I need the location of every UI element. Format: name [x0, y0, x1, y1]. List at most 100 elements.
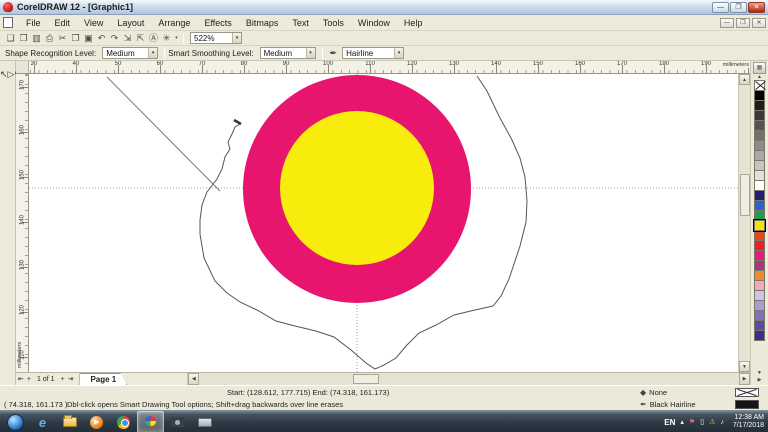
add-page-after-button[interactable]: +: [60, 376, 64, 383]
ruler-origin-corner[interactable]: [16, 61, 29, 73]
horizontal-scrollbar[interactable]: ◀ ▶: [187, 373, 750, 385]
menu-item[interactable]: Tools: [316, 17, 351, 29]
volume-icon[interactable]: ♪: [720, 419, 724, 426]
palette-scroll-down-arrow[interactable]: ▼: [757, 370, 762, 377]
shape-recognition-label: Shape Recognition Level:: [5, 48, 97, 58]
cursor-position: ( 74.318, 161.173 ): [4, 399, 68, 409]
export-icon[interactable]: ⇱: [134, 32, 147, 45]
copy-icon[interactable]: ❒: [69, 32, 82, 45]
scroll-up-arrow[interactable]: ▲: [739, 74, 750, 85]
last-page-button[interactable]: ⇥: [68, 375, 74, 383]
save-icon[interactable]: ▥: [30, 32, 43, 45]
smart-smoothing-arrow[interactable]: ▾: [305, 48, 315, 58]
drawing-svg: [29, 74, 738, 372]
cut-icon[interactable]: ✂: [56, 32, 69, 45]
internet-explorer-icon[interactable]: e: [29, 411, 56, 432]
document-icon[interactable]: [3, 17, 13, 28]
color-swatch[interactable]: [753, 219, 766, 232]
shape-recognition-arrow[interactable]: ▾: [148, 48, 158, 58]
vertical-scrollbar[interactable]: ▲ ▼: [738, 74, 750, 372]
zoom-combo-arrow[interactable]: ▾: [232, 33, 241, 43]
vertical-ruler[interactable]: millimeters 170 160 150 140 130 120 110: [16, 74, 29, 372]
inner-circle[interactable]: [280, 111, 434, 265]
print-icon[interactable]: ⎙: [43, 32, 56, 45]
outline-width-arrow[interactable]: ▾: [394, 48, 404, 58]
doc-close-button[interactable]: ✕: [752, 17, 766, 28]
pencil-cursor: [233, 118, 242, 126]
vertical-scroll-thumb[interactable]: [740, 174, 750, 216]
menu-bar: File Edit View Layout Arrange Effects Bitmaps T…: [0, 15, 768, 31]
scroll-left-arrow[interactable]: ◀: [188, 373, 200, 385]
network-warning-icon[interactable]: ⚠: [709, 418, 715, 426]
application-launcher-icon[interactable]: Ⓐ: [147, 32, 160, 45]
pick-tool[interactable]: ↖: [0, 69, 8, 79]
start-button[interactable]: [2, 411, 29, 432]
menu-item[interactable]: Text: [285, 17, 316, 29]
coreldraw-taskbar-button[interactable]: [137, 411, 164, 432]
menu-item[interactable]: Effects: [197, 17, 238, 29]
coreldraw-app-icon: [3, 2, 13, 12]
language-indicator[interactable]: EN: [664, 418, 675, 427]
redo-icon[interactable]: ↷: [108, 32, 121, 45]
menu-item[interactable]: Bitmaps: [239, 17, 286, 29]
system-tray: EN ▴ ⚑ ▯ ⚠ ♪ 12:38 AM 7/17/2018: [664, 414, 768, 430]
scroll-right-arrow[interactable]: ▶: [739, 373, 750, 385]
doc-restore-button[interactable]: ❐: [736, 17, 750, 28]
doc-minimize-button[interactable]: —: [720, 17, 734, 28]
outline-black-swatch: [735, 399, 759, 409]
clock-date: 7/17/2018: [732, 422, 764, 429]
photo-app-button[interactable]: [164, 411, 191, 432]
corel-online-icon[interactable]: ✳: [160, 32, 173, 45]
explorer-icon[interactable]: [56, 411, 83, 432]
outline-status-label: Black Hairline: [649, 399, 696, 409]
printer-app-button[interactable]: [191, 411, 218, 432]
chrome-icon[interactable]: [110, 411, 137, 432]
menu-item[interactable]: Window: [351, 17, 397, 29]
outline-width-combo[interactable]: Hairline ▾: [342, 47, 405, 59]
fill-none-swatch: [735, 387, 759, 397]
tray-up-arrow[interactable]: ▴: [680, 418, 684, 426]
taskbar-clock[interactable]: 12:38 AM 7/17/2018: [729, 414, 764, 430]
menu-item[interactable]: Help: [397, 17, 430, 29]
zoom-level-value: 522%: [194, 33, 215, 43]
add-page-before-button[interactable]: +: [27, 376, 31, 383]
undo-icon[interactable]: ↶: [95, 32, 108, 45]
menu-item[interactable]: File: [19, 17, 48, 29]
palette-options-icon[interactable]: ▦: [753, 62, 766, 74]
close-button[interactable]: ✕: [748, 1, 765, 13]
horizontal-scroll-thumb[interactable]: [353, 374, 380, 384]
undo-dropdown-arrow[interactable]: ▾: [173, 35, 180, 41]
menu-item[interactable]: Arrange: [151, 17, 197, 29]
new-icon[interactable]: ❏: [4, 32, 17, 45]
menu-item[interactable]: Edit: [48, 17, 78, 29]
open-icon[interactable]: ❐: [17, 32, 30, 45]
smart-smoothing-combo[interactable]: Medium ▾: [259, 47, 316, 59]
page-tab[interactable]: Page 1: [79, 373, 127, 385]
paste-icon[interactable]: ▣: [82, 32, 95, 45]
media-player-icon[interactable]: ▶: [83, 411, 110, 432]
action-center-icon[interactable]: ⚑: [689, 418, 695, 426]
clock-time: 12:38 AM: [734, 414, 764, 421]
outline-pen-status-icon: ✒: [640, 399, 647, 409]
battery-icon[interactable]: ▯: [700, 418, 704, 426]
minimize-button[interactable]: —: [712, 1, 729, 13]
menu-items: File Edit View Layout Arrange Effects Bitmaps T…: [19, 17, 429, 29]
title-bar: CorelDRAW 12 - [Graphic1] — ❐ ✕: [0, 0, 768, 15]
fill-status-label: None: [649, 387, 668, 397]
toolbox: ↖▷⚲∿✎▭○▦◇A❖✑✒◧▨: [0, 61, 114, 385]
drawing-canvas[interactable]: [29, 74, 738, 372]
import-icon[interactable]: ⇲: [121, 32, 134, 45]
color-swatch[interactable]: [754, 330, 765, 341]
scroll-down-arrow[interactable]: ▼: [739, 361, 750, 372]
fill-bucket-icon: ◆: [640, 387, 647, 397]
first-page-button[interactable]: ⇤: [18, 375, 24, 383]
menu-item[interactable]: View: [77, 17, 110, 29]
diagonal-line[interactable]: [106, 76, 221, 192]
zoom-level-combo[interactable]: 522% ▾: [190, 32, 242, 44]
shape-recognition-combo[interactable]: Medium ▾: [102, 47, 159, 59]
palette-expand-arrow[interactable]: ▶: [758, 377, 762, 384]
menu-item[interactable]: Layout: [110, 17, 151, 29]
workspace: ↖▷⚲∿✎▭○▦◇A❖✑✒◧▨ millimeters 304050607080…: [0, 61, 768, 385]
maximize-button[interactable]: ❐: [730, 1, 747, 13]
horizontal-ruler[interactable]: millimeters 30 40 50 60 70 80 90 100 110 120 130 14…: [29, 61, 750, 73]
